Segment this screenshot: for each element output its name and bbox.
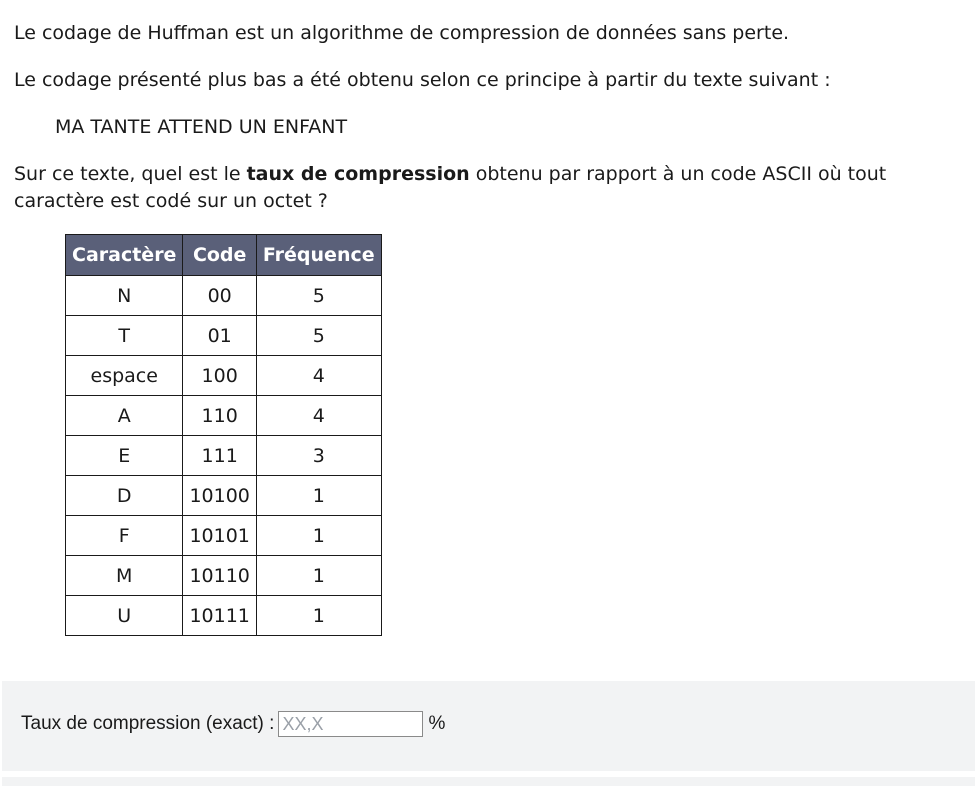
question-bold-term: taux de compression	[246, 163, 470, 185]
header-caractere: Caractère	[64, 234, 184, 276]
table-row: E 111 3	[64, 435, 382, 476]
bottom-divider	[2, 777, 975, 786]
cell-frequency: 5	[255, 315, 382, 356]
cell-char: F	[64, 515, 184, 556]
huffman-table: Caractère Code Fréquence N 00 5 T 01 5 e…	[64, 234, 382, 636]
example-text: MA TANTE ATTEND UN ENFANT	[55, 116, 348, 138]
answer-label: Taux de compression (exact) :	[21, 713, 275, 734]
cell-code: 111	[182, 435, 257, 476]
cell-char: N	[64, 275, 184, 316]
cell-frequency: 1	[255, 515, 382, 556]
cell-char: E	[64, 435, 184, 476]
table-row: D 10100 1	[64, 475, 382, 516]
cell-code: 10111	[182, 595, 257, 636]
header-code: Code	[182, 234, 257, 276]
cell-char: T	[64, 315, 184, 356]
cell-code: 100	[182, 355, 257, 396]
cell-frequency: 4	[255, 395, 382, 436]
table-row: F 10101 1	[64, 515, 382, 556]
cell-char: M	[64, 555, 184, 596]
cell-code: 10100	[182, 475, 257, 516]
table-row: U 10111 1	[64, 595, 382, 636]
cell-frequency: 5	[255, 275, 382, 316]
table-header-row: Caractère Code Fréquence	[64, 234, 382, 276]
table-row: A 110 4	[64, 395, 382, 436]
table-row: T 01 5	[64, 315, 382, 356]
cell-code: 00	[182, 275, 257, 316]
table-row: N 00 5	[64, 275, 382, 316]
cell-char: D	[64, 475, 184, 516]
cell-code: 10101	[182, 515, 257, 556]
question-line: Sur ce texte, quel est le taux de compre…	[14, 161, 954, 215]
cell-char: U	[64, 595, 184, 636]
cell-frequency: 1	[255, 595, 382, 636]
question-prefix: Sur ce texte, quel est le	[14, 163, 247, 185]
cell-frequency: 4	[255, 355, 382, 396]
question-text: Le codage de Huffman est un algorithme d…	[14, 20, 954, 215]
context-line: Le codage présenté plus bas a été obtenu…	[14, 69, 831, 91]
answer-row: Taux de compression (exact) : %	[21, 711, 445, 737]
table-row: M 10110 1	[64, 555, 382, 596]
intro-line: Le codage de Huffman est un algorithme d…	[14, 22, 790, 44]
header-frequence: Fréquence	[255, 234, 382, 276]
cell-frequency: 3	[255, 435, 382, 476]
cell-frequency: 1	[255, 555, 382, 596]
percent-unit: %	[428, 713, 446, 734]
cell-frequency: 1	[255, 475, 382, 516]
compression-rate-input[interactable]	[278, 711, 424, 737]
cell-char: espace	[64, 355, 184, 396]
answer-panel: Taux de compression (exact) : %	[2, 681, 975, 771]
cell-code: 01	[182, 315, 257, 356]
cell-char: A	[64, 395, 184, 436]
table-row: espace 100 4	[64, 355, 382, 396]
cell-code: 10110	[182, 555, 257, 596]
cell-code: 110	[182, 395, 257, 436]
